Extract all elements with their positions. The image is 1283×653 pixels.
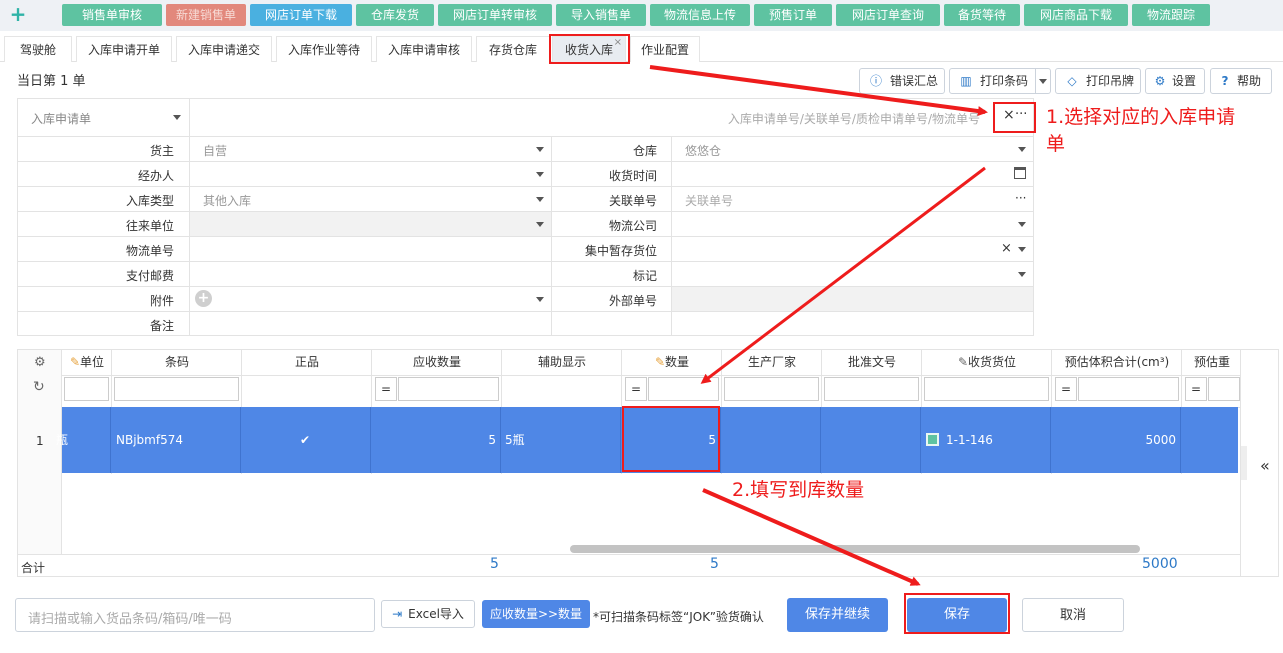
arrow-to-save (702, 488, 921, 586)
arrow-to-qty-filter (700, 166, 986, 384)
annotation-arrows (649, 65, 988, 586)
arrow-to-search (649, 65, 988, 117)
